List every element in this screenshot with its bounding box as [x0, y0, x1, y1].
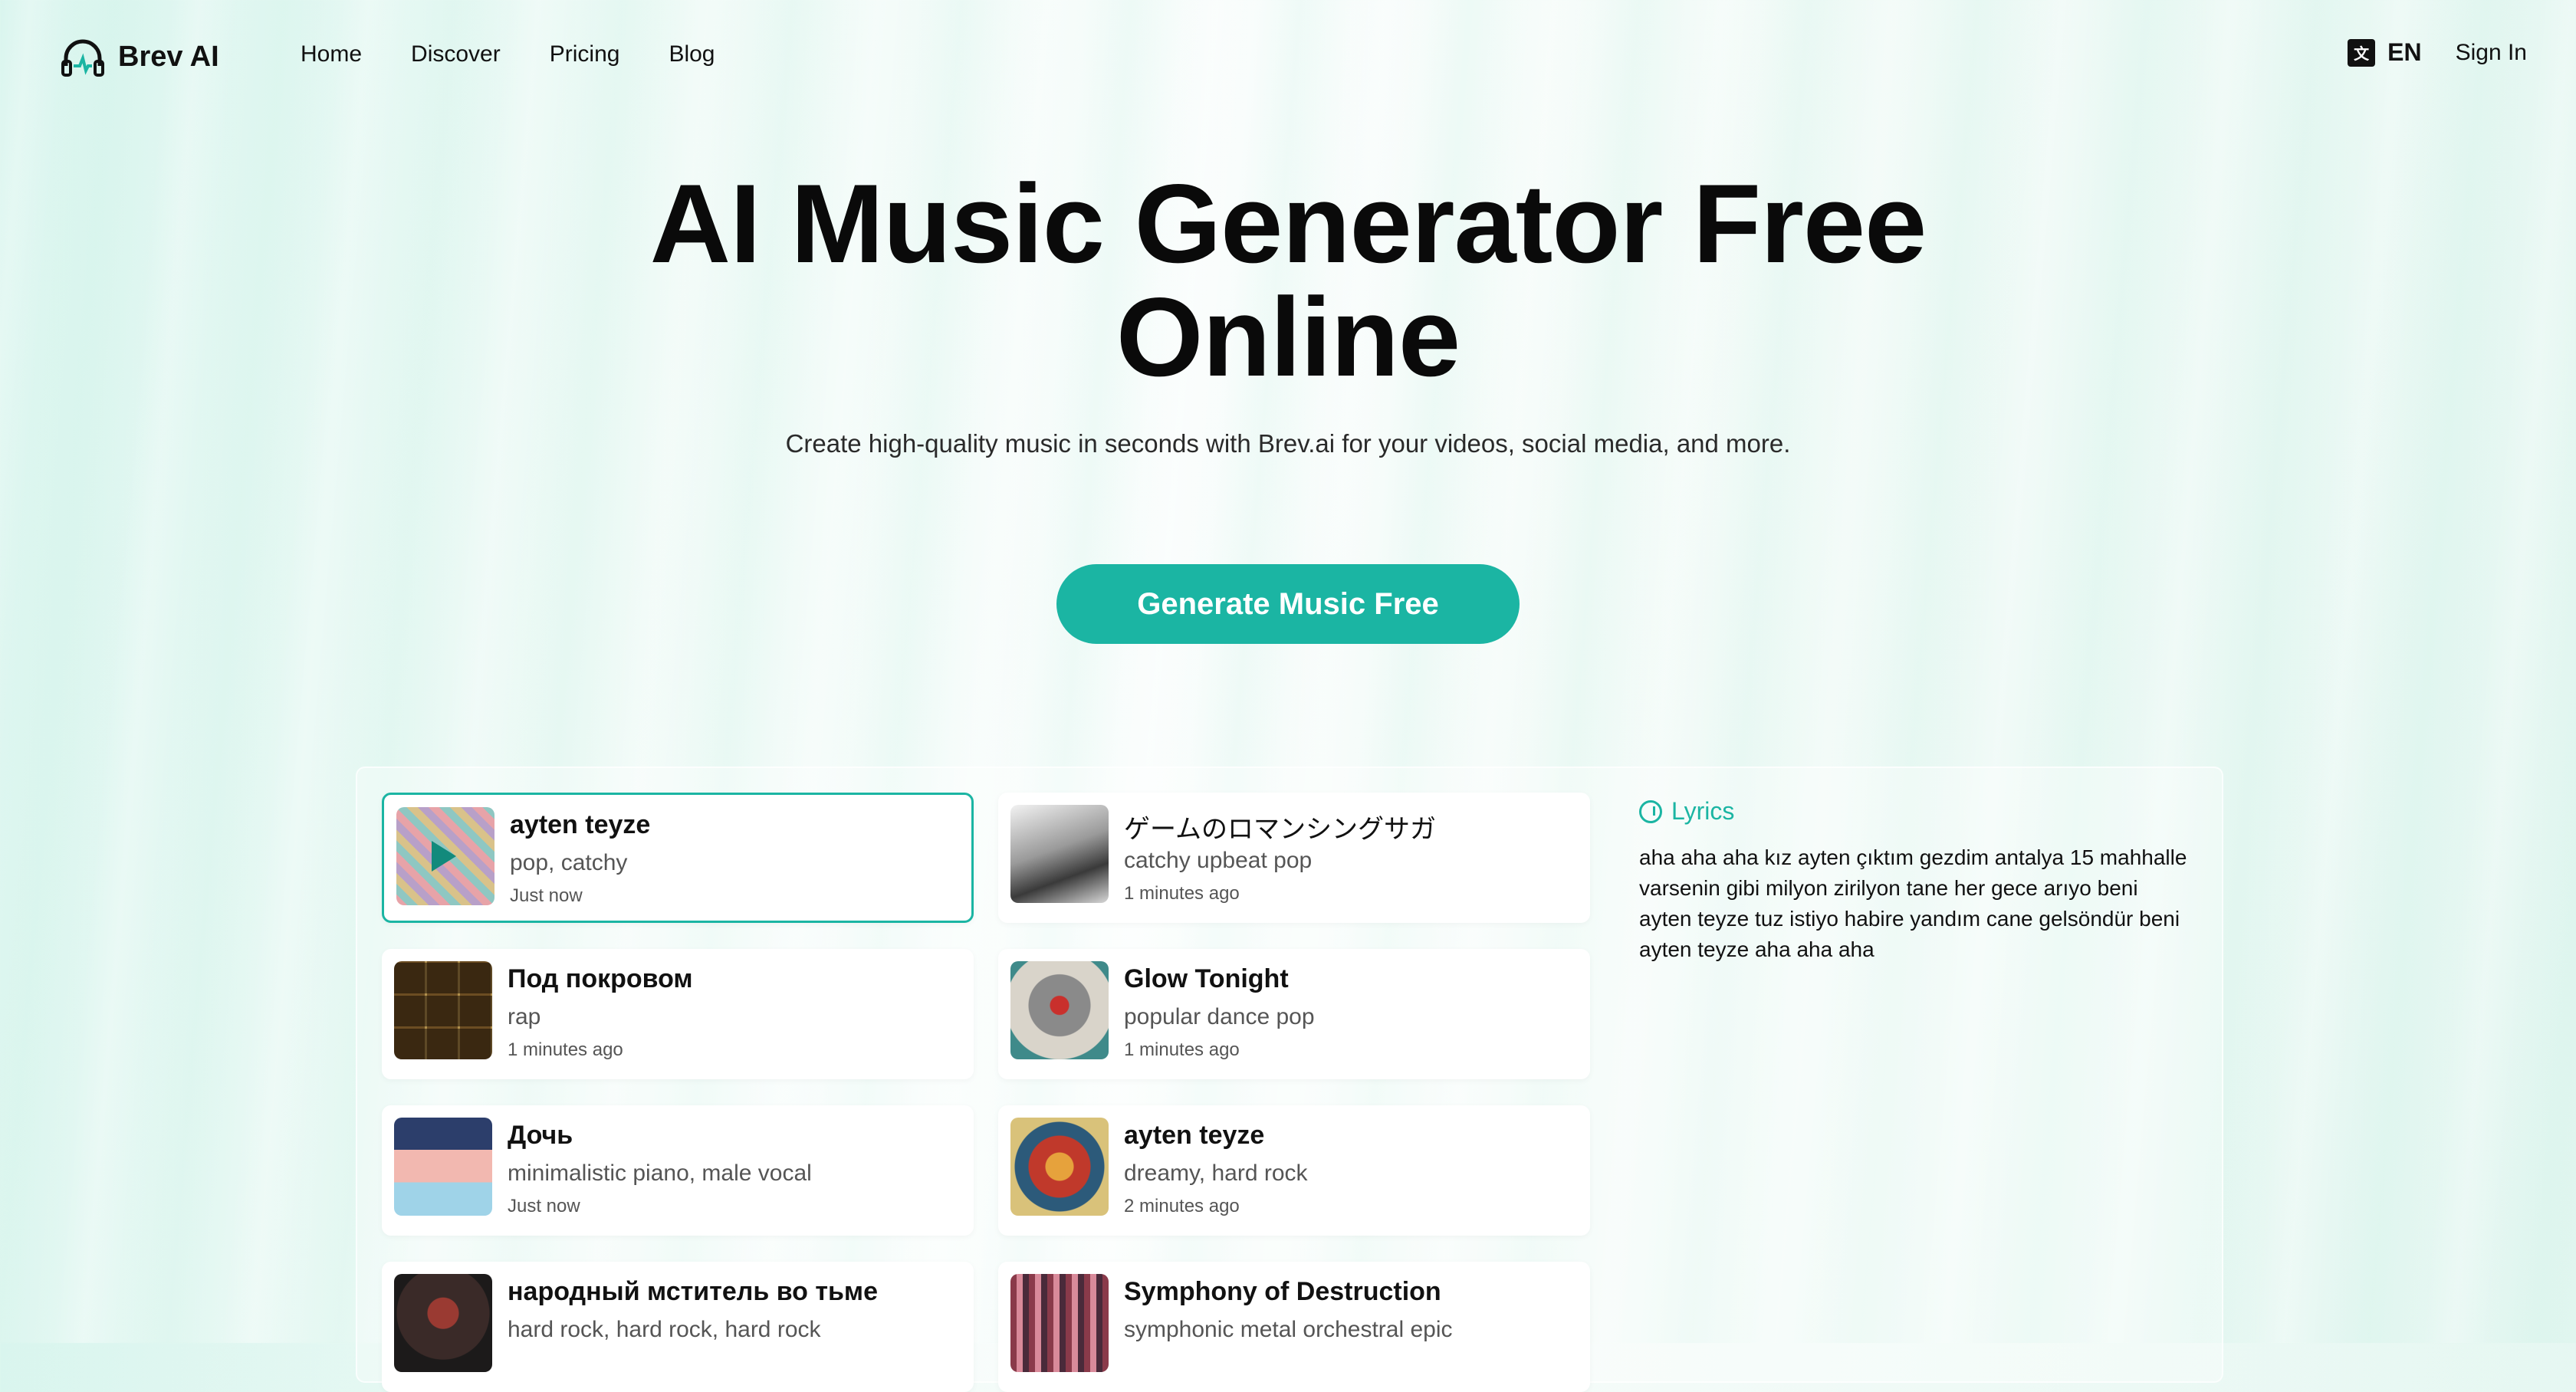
main-nav: Home Discover Pricing Blog: [301, 41, 764, 67]
translate-icon[interactable]: 文: [2348, 38, 2376, 67]
lyrics-text: aha aha aha kız ayten çıktım gezdim anta…: [1639, 845, 2187, 961]
song-tags: rap: [508, 1004, 541, 1029]
song-tags: catchy upbeat pop: [1124, 848, 1313, 873]
logo[interactable]: Brev AI: [60, 35, 219, 78]
nav-home[interactable]: Home: [301, 41, 362, 67]
hero-subtitle: Create high-quality music in seconds wit…: [785, 429, 1791, 458]
cover-art: [1010, 1274, 1109, 1372]
song-card[interactable]: Под покровом rap 1 minutes ago: [382, 949, 974, 1079]
music-note-icon: [1639, 799, 1662, 823]
song-title: ayten teyze: [510, 810, 651, 839]
cover-art: [1010, 1118, 1109, 1216]
song-tags: pop, catchy: [510, 850, 628, 875]
song-tags: symphonic metal orchestral epic: [1124, 1317, 1453, 1342]
nav-pricing[interactable]: Pricing: [550, 41, 620, 67]
song-title: Под покровом: [508, 964, 693, 993]
song-title: Symphony of Destruction: [1124, 1277, 1441, 1306]
cover-art: [394, 1274, 492, 1372]
nav-discover[interactable]: Discover: [411, 41, 501, 67]
song-card[interactable]: Дочь minimalistic piano, male vocal Just…: [382, 1105, 974, 1236]
song-time: Just now: [510, 885, 583, 906]
song-card[interactable]: ayten teyze dreamy, hard rock 2 minutes …: [998, 1105, 1590, 1236]
song-card[interactable]: ayten teyze pop, catchy Just now: [382, 793, 974, 923]
title-line-2: Online: [1116, 274, 1460, 399]
song-time: Just now: [508, 1196, 580, 1216]
song-tags: popular dance pop: [1124, 1004, 1315, 1029]
header: Brev AI Home Discover Pricing Blog 文 EN …: [0, 0, 2576, 115]
song-tags: hard rock, hard rock, hard rock: [508, 1317, 821, 1342]
song-time: 2 minutes ago: [1124, 1196, 1240, 1216]
song-time: 1 minutes ago: [1124, 883, 1240, 904]
lyrics-heading: Lyrics: [1671, 797, 1735, 825]
song-card[interactable]: Glow Tonight popular dance pop 1 minutes…: [998, 949, 1590, 1079]
nav-blog[interactable]: Blog: [669, 41, 715, 67]
cover-art: [396, 807, 495, 905]
title-line-1: AI Music Generator Free: [649, 161, 1927, 286]
song-title: Дочь: [508, 1121, 573, 1150]
sign-in-link[interactable]: Sign In: [2456, 40, 2527, 66]
headphones-logo-icon: [61, 39, 104, 77]
song-time: 1 minutes ago: [508, 1039, 623, 1060]
page-title: AI Music Generator Free Online: [0, 167, 2576, 394]
song-card[interactable]: ゲームのロマンシングサガ catchy upbeat pop 1 minutes…: [998, 793, 1590, 923]
song-time: 1 minutes ago: [1124, 1039, 1240, 1060]
song-title: Glow Tonight: [1124, 964, 1289, 993]
song-card[interactable]: народный мститель во тьме hard rock, har…: [382, 1262, 974, 1392]
lyrics-panel: Lyrics aha aha aha kız ayten çıktım gezd…: [1639, 797, 2191, 965]
play-icon[interactable]: [432, 841, 456, 872]
header-actions: 文 EN Sign In: [2348, 38, 2527, 67]
language-selector[interactable]: EN: [2387, 38, 2421, 67]
cover-art: [1010, 961, 1109, 1059]
song-tags: minimalistic piano, male vocal: [508, 1161, 812, 1186]
song-title: народный мститель во тьме: [508, 1277, 878, 1306]
cover-art: [1010, 805, 1109, 903]
lyrics-header: Lyrics: [1639, 797, 2191, 826]
song-card[interactable]: Symphony of Destruction symphonic metal …: [998, 1262, 1590, 1392]
generate-music-button[interactable]: Generate Music Free: [1056, 564, 1520, 644]
cover-art: [394, 1118, 492, 1216]
song-title: ゲームのロマンシングサガ: [1124, 815, 1436, 844]
logo-text: Brev AI: [118, 40, 219, 73]
song-title: ayten teyze: [1124, 1121, 1265, 1150]
song-tags: dreamy, hard rock: [1124, 1161, 1308, 1186]
cover-art: [394, 961, 492, 1059]
